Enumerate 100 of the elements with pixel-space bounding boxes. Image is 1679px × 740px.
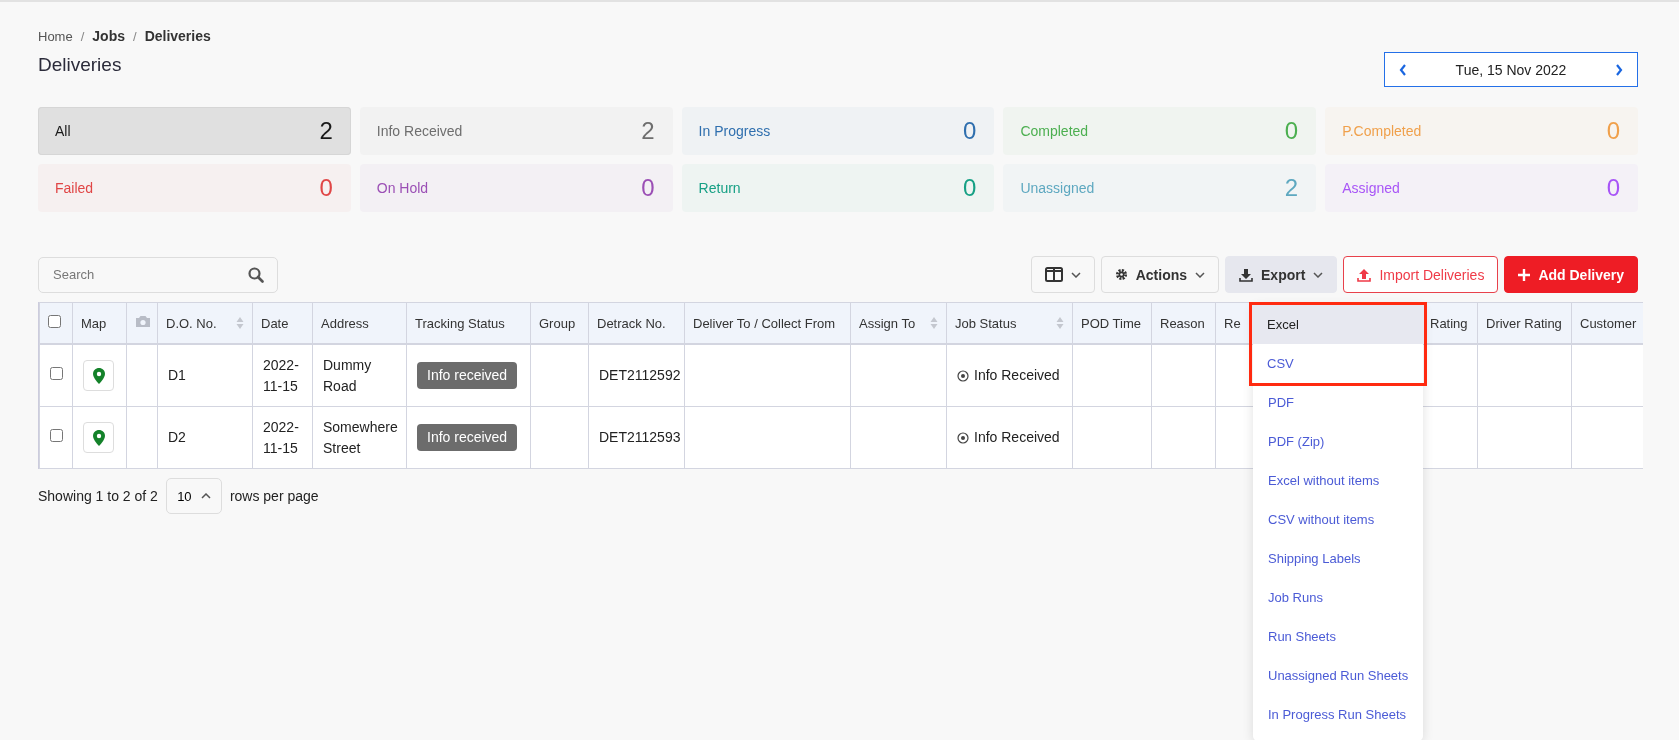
page-size-select[interactable]: 10 [165, 478, 222, 514]
select-all-checkbox[interactable] [48, 315, 61, 328]
card-count: 0 [1606, 117, 1620, 145]
column-header[interactable]: Map [81, 315, 107, 331]
map-button[interactable] [83, 360, 114, 391]
card-count: 0 [963, 174, 977, 202]
job-status-text: Info Received [974, 428, 1060, 447]
tracking-status-badge: Info received [417, 362, 518, 389]
export-menu-item[interactable]: Excel without items [1253, 461, 1423, 500]
export-menu-item[interactable]: Job Runs [1253, 578, 1423, 617]
column-header[interactable]: Reason [1160, 315, 1205, 331]
card-label: Unassigned [1020, 180, 1095, 196]
caret-icon [1070, 271, 1081, 278]
pagination-suffix: rows per page [229, 488, 319, 504]
card-count: 0 [1284, 117, 1299, 145]
upload-icon [1357, 267, 1372, 282]
import-deliveries-button[interactable]: Import Deliveries [1343, 256, 1499, 293]
card-label: Return [698, 180, 741, 196]
row-checkbox[interactable] [50, 429, 63, 442]
export-menu-item[interactable]: CSV [1252, 344, 1424, 383]
card-label: Info Received [376, 123, 463, 139]
address-text: Somewhere Street [323, 418, 398, 456]
column-header[interactable]: Address [321, 315, 369, 331]
status-card[interactable]: Info Received 2 [359, 107, 673, 155]
card-count: 0 [319, 174, 333, 202]
column-header[interactable]: Group [539, 315, 576, 331]
export-menu-item[interactable]: Excel [1252, 305, 1424, 344]
card-label: Assigned [1342, 180, 1400, 196]
column-header[interactable]: Driver Rating [1486, 315, 1562, 331]
do-number: D2 [168, 429, 186, 445]
radio-dot-icon [957, 431, 969, 444]
column-header[interactable]: Detrack No. [597, 315, 666, 331]
download-icon [1239, 267, 1254, 282]
chevron-right-icon[interactable] [1615, 63, 1623, 76]
status-card[interactable]: Failed 0 [38, 164, 351, 212]
card-label: Failed [55, 180, 94, 196]
gear-icon [1114, 268, 1128, 281]
breadcrumb-link[interactable]: Deliveries [144, 28, 211, 44]
export-menu-item[interactable]: PDF [1253, 383, 1423, 422]
column-header[interactable]: Deliver To / Collect From [693, 315, 836, 331]
export-menu-item[interactable]: In Progress Run Sheets [1253, 695, 1423, 734]
column-header[interactable]: Re [1224, 315, 1241, 331]
detrack-number: DET2112592 [599, 367, 681, 383]
row-checkbox[interactable] [50, 367, 63, 380]
column-header[interactable]: Date [261, 315, 289, 331]
export-menu-item[interactable]: Shipping Labels [1253, 539, 1423, 578]
address-text: Dummy Road [323, 356, 372, 394]
card-count: 0 [641, 174, 655, 202]
breadcrumb-separator: / [80, 28, 85, 44]
column-header[interactable]: Assign To [859, 315, 916, 331]
status-card[interactable]: In Progress 0 [681, 107, 995, 155]
column-header[interactable]: D.O. No. [166, 315, 217, 331]
card-label: P.Completed [1342, 123, 1422, 139]
breadcrumb-separator: / [133, 28, 137, 44]
card-label: All [55, 123, 71, 139]
column-header[interactable]: Rating [1430, 315, 1468, 331]
date-value: Tue, 15 Nov 2022 [1455, 61, 1567, 78]
delivery-date: 2022-11-15 [263, 356, 299, 394]
export-button[interactable]: Export [1225, 256, 1338, 293]
column-header[interactable]: Customer [1580, 315, 1637, 331]
card-count: 2 [319, 117, 333, 145]
card-label: Completed [1020, 123, 1089, 139]
columns-button[interactable] [1030, 256, 1095, 293]
map-button[interactable] [83, 422, 114, 453]
caret-icon [1313, 271, 1324, 278]
actions-button[interactable]: Actions [1100, 256, 1220, 293]
export-menu-item[interactable]: Unassigned Run Sheets [1253, 656, 1423, 695]
card-count: 2 [641, 117, 655, 145]
card-count: 2 [1284, 174, 1299, 202]
radio-dot-icon [957, 369, 969, 382]
chevron-left-icon[interactable] [1399, 63, 1407, 76]
export-menu-item[interactable]: Run Sheets [1253, 617, 1423, 656]
detrack-number: DET2112593 [599, 429, 681, 445]
status-card[interactable]: On Hold 0 [359, 164, 673, 212]
status-card[interactable]: All 2 [38, 107, 351, 155]
search-icon[interactable] [248, 266, 264, 283]
column-header[interactable]: Tracking Status [415, 315, 505, 331]
camera-icon [135, 315, 151, 328]
column-header[interactable]: POD Time [1081, 315, 1141, 331]
pagination-summary: Showing 1 to 2 of 2 [38, 488, 158, 504]
column-header[interactable]: Job Status [955, 315, 1017, 331]
columns-icon [1044, 267, 1063, 282]
card-count: 0 [963, 117, 977, 145]
breadcrumb-link[interactable]: Jobs [92, 28, 125, 44]
add-delivery-button[interactable]: Add Delivery [1504, 256, 1638, 293]
card-count: 0 [1606, 174, 1620, 202]
status-card[interactable]: Assigned 0 [1325, 164, 1638, 212]
search-field[interactable]: Search [38, 256, 278, 293]
export-menu-item[interactable]: CSV without items [1253, 500, 1423, 539]
tracking-status-badge: Info received [417, 424, 518, 451]
caret-icon [1195, 271, 1206, 278]
map-pin-icon [92, 367, 105, 384]
caret-icon [200, 493, 211, 499]
card-label: On Hold [376, 180, 429, 196]
date-picker[interactable]: Tue, 15 Nov 2022 [1384, 52, 1638, 87]
plus-icon [1518, 268, 1531, 281]
do-number: D1 [168, 367, 186, 383]
card-label: In Progress [698, 123, 771, 139]
page-title: Deliveries [38, 54, 123, 76]
breadcrumb-link[interactable]: Home [38, 28, 73, 44]
